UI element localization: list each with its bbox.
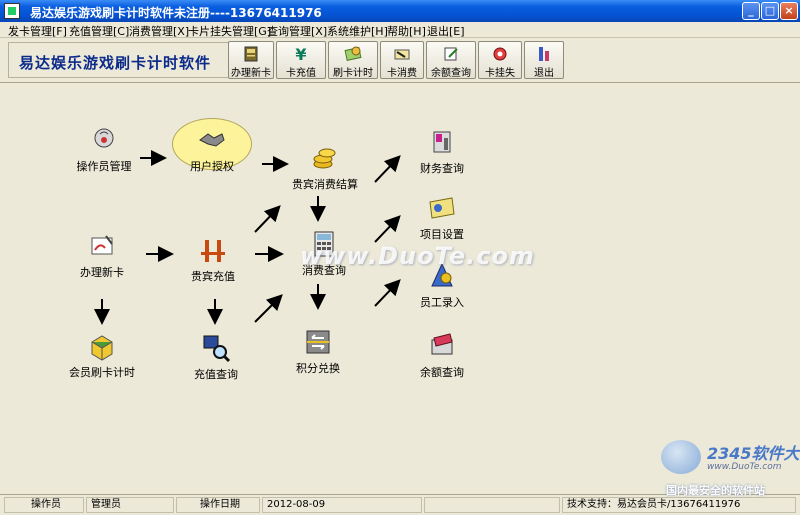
toolbar-recharge-button[interactable]: ¥ 卡充值 [276,41,326,79]
recharge-query-label: 充值查询 [194,368,238,381]
exchange-icon [306,330,330,354]
member-timer-label: 会员刷卡计时 [69,366,135,379]
node-vip-recharge[interactable]: 贵宾充值 [183,234,243,284]
yen-icon: ¥ [295,45,306,63]
toolbar-timer-button[interactable]: 刷卡计时 [328,41,378,79]
slogan: 国内最安全的软件站 [666,484,765,497]
node-vip-settle[interactable]: 贵宾消费结算 [290,142,360,192]
bridge-icon [201,240,225,262]
node-balance-query[interactable]: 余额查询 [412,330,472,380]
menu-bar: 发卡管理[F] 充值管理[C] 消费管理[X] 卡片挂失管理[G] 查询管理[X… [0,22,800,38]
toolbar-loss-label: 卡挂失 [485,68,515,79]
status-empty [424,497,560,513]
menu-card-issue[interactable]: 发卡管理[F] [8,23,67,39]
logo-name: 2345软件大全 [707,444,800,463]
maximize-button[interactable]: □ [761,2,779,20]
toolbar-new-card-button[interactable]: 办理新卡 [228,41,274,79]
status-support: 技术支持：易达会员卡/13676411976 [562,497,796,513]
svg-text:¥: ¥ [295,45,306,63]
timer-icon [344,46,362,61]
node-operator-mgmt[interactable]: 操作员管理 [74,124,134,174]
card-spend-icon [394,49,410,60]
exit-icon [539,47,549,61]
operator-mgmt-label: 操作员管理 [76,160,132,173]
banner: 易达娱乐游戏刷卡计时软件 [8,42,228,78]
banner-text: 易达娱乐游戏刷卡计时软件 [19,54,212,72]
item-setup-label: 项目设置 [420,228,464,241]
menu-card-loss[interactable]: 卡片挂失管理[G] [188,23,271,39]
toolbar-exit-button[interactable]: 退出 [524,41,564,79]
toolbar-consume-button[interactable]: 卡消费 [380,41,424,79]
balance-icon [444,47,458,61]
node-user-auth[interactable]: 用户授权 [182,124,242,174]
balance-query-label: 余额查询 [420,366,464,379]
title-bar: 易达娱乐游戏刷卡计时软件未注册----13676411976 _ □ × [0,0,800,22]
menu-exit[interactable]: 退出[E] [427,23,465,39]
node-new-card[interactable]: 办理新卡 [72,230,132,280]
new-card-flow-icon [91,235,113,255]
new-card-icon [244,46,258,62]
search-icon [203,335,231,363]
item-setup-icon [429,197,455,219]
node-member-timer[interactable]: 会员刷卡计时 [64,330,140,380]
toolbar-loss-button[interactable]: 卡挂失 [478,41,522,79]
logo-site: www.DuoTe.com [707,462,782,472]
points-exchange-label: 积分兑换 [296,362,340,375]
finance-query-label: 财务查询 [420,162,464,175]
member-timer-icon [91,335,113,361]
menu-help[interactable]: 帮助[H] [387,23,426,39]
toolbar-area: 易达娱乐游戏刷卡计时软件 办理新卡 ¥ 卡充值 刷卡计时 卡消费 余额查询 卡挂… [0,38,800,83]
close-button[interactable]: × [780,2,798,20]
status-operator-value: 管理员 [86,497,174,513]
staff-entry-label: 员工录入 [420,296,464,309]
toolbar-recharge-label: 卡充值 [286,68,316,79]
menu-recharge[interactable]: 充值管理[C] [69,23,129,39]
node-recharge-query[interactable]: 充值查询 [186,332,246,382]
vip-settle-label: 贵宾消费结算 [292,178,358,191]
toolbar-exit-label: 退出 [534,68,554,79]
logo-mascot-icon [661,440,701,474]
menu-query[interactable]: 查询管理[X] [267,23,327,39]
window-title: 易达娱乐游戏刷卡计时软件未注册----13676411976 [30,6,322,20]
status-date-label: 操作日期 [176,497,260,513]
status-operator-label: 操作员 [4,497,84,513]
user-auth-label: 用户授权 [190,160,234,173]
minimize-button[interactable]: _ [742,2,760,20]
finance-icon [433,131,451,153]
operator-icon [94,128,114,148]
app-icon[interactable] [4,3,20,19]
menu-consume[interactable]: 消费管理[X] [129,23,189,39]
loss-icon [493,47,507,61]
node-finance-query[interactable]: 财务查询 [412,126,472,176]
handshake-icon [199,133,225,147]
toolbar-consume-label: 卡消费 [387,68,417,79]
node-item-setup[interactable]: 项目设置 [412,192,472,242]
status-date-value: 2012-08-09 [262,497,422,513]
node-points-exchange[interactable]: 积分兑换 [288,326,348,376]
menu-system[interactable]: 系统维护[H] [327,23,388,39]
new-card-label: 办理新卡 [80,266,124,279]
flow-panel: 操作员管理 用户授权 贵宾消费结算 财务查询 办理新卡 贵宾充值 消费查询 项目… [0,84,800,494]
vip-recharge-label: 贵宾充值 [191,270,235,283]
toolbar-new-card-label: 办理新卡 [231,68,271,79]
watermark: www.DuoTe.com [300,242,535,270]
coins-icon [313,148,336,169]
toolbar-balance-label: 余额查询 [431,68,471,79]
toolbar-balance-button[interactable]: 余额查询 [426,41,476,79]
toolbar-timer-label: 刷卡计时 [333,68,373,79]
balance-flow-icon [431,333,453,355]
